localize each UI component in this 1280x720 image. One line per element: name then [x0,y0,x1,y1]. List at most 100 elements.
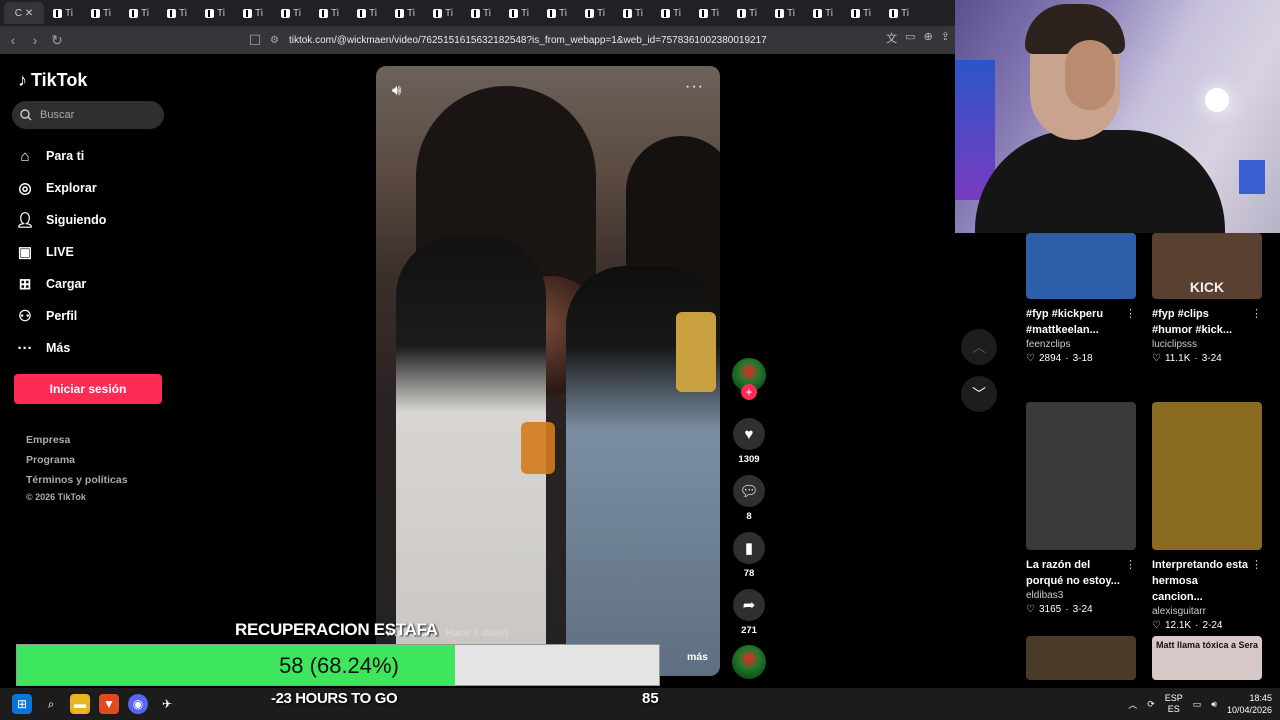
bookmark-icon[interactable]: ☐ [244,29,266,51]
sync-icon[interactable]: ⟳ [1147,699,1155,710]
browser-tab[interactable]: Ti [538,2,576,24]
sidebar-item-explorar[interactable]: ◎ Explorar [16,172,106,204]
video-thumbnail[interactable] [1152,402,1262,550]
sidebar-item-cargar[interactable]: ⊞ Cargar [16,268,106,300]
recommended-video[interactable] [1026,636,1138,680]
follow-plus-icon[interactable]: + [741,384,757,400]
card-menu-icon[interactable]: ⋮ [1251,307,1262,320]
tiktok-logo[interactable]: ♪ TikTok [18,70,87,91]
brave-browser-icon[interactable]: ▼ [99,694,119,714]
browser-tab[interactable]: Ti [348,2,386,24]
sidebar-item-siguiendo[interactable]: 👤︎ Siguiendo [15,204,106,236]
browser-tab[interactable]: Ti [766,2,804,24]
browser-tab[interactable]: Ti [120,2,158,24]
search-box[interactable] [12,101,164,129]
forward-icon[interactable]: › [24,29,46,51]
browser-tab[interactable]: Ti [804,2,842,24]
video-title[interactable]: #fyp #clips #humor #kick... [1152,306,1250,338]
tab-active[interactable]: C ✕ [4,2,44,24]
browser-tab[interactable]: Ti [652,2,690,24]
video-author[interactable]: feenzclips [1026,339,1138,350]
login-button[interactable]: Iniciar sesión [14,374,162,404]
browser-tab[interactable]: Ti [690,2,728,24]
browser-tab[interactable]: Ti [614,2,652,24]
start-icon[interactable]: ⊞ [12,694,32,714]
recommended-video[interactable]: La razón del porqué no estoy... ⋮ eldibas3… [1026,402,1138,615]
bookmark-icon[interactable]: ▮ [733,532,765,564]
next-video-button[interactable]: ﹀ [961,376,997,412]
recommended-video[interactable]: KICK #fyp #clips #humor #kick... ⋮ luciclip… [1152,233,1264,364]
recommended-video[interactable]: #fyp #kickperu #mattkeelan... ⋮ feenzclips… [1026,233,1138,364]
browser-tab[interactable]: Ti [158,2,196,24]
video-thumbnail[interactable] [1026,233,1136,299]
video-title[interactable]: #fyp #kickperu #mattkeelan... [1026,306,1124,338]
recommended-video[interactable]: Interpretando esta hermosa cancion... ⋮ al… [1152,402,1264,631]
video-title[interactable]: Interpretando esta hermosa cancion... [1152,557,1250,605]
video-thumbnail[interactable]: Matt llama tóxica a Sera [1152,636,1262,680]
share-action[interactable]: ➦ 271 [732,589,766,636]
video-thumbnail[interactable] [1026,402,1136,550]
browser-tab[interactable]: Ti [500,2,538,24]
site-info-icon[interactable]: ⚙ [270,35,279,46]
more-caption-link[interactable]: más [687,651,708,663]
volume-icon[interactable]: 🔊︎ [1211,699,1217,710]
chevron-up-icon[interactable]: ︿ [1128,698,1137,711]
sound-avatar[interactable] [732,645,766,679]
like-action[interactable]: ♥ 1309 [732,418,766,465]
video-title[interactable]: La razón del porqué no estoy... [1026,557,1124,589]
card-menu-icon[interactable]: ⋮ [1125,307,1136,320]
card-menu-icon[interactable]: ⋮ [1125,558,1136,571]
network-icon[interactable]: ▭ [1193,699,1202,710]
sidebar-item-para-ti[interactable]: ⌂ Para ti [16,140,106,172]
video-author[interactable]: luciclipsss [1152,339,1264,350]
footer-link[interactable]: Empresa [26,434,128,454]
more-options-icon[interactable]: ··· [685,78,704,96]
browser-tab[interactable]: Ti [44,2,82,24]
save-action[interactable]: ▮ 78 [732,532,766,579]
heart-icon[interactable]: ♥ [733,418,765,450]
zoom-icon[interactable]: ⊕ [924,30,933,46]
video-author[interactable]: alexisguitarr [1152,606,1264,617]
browser-tab[interactable]: Ti [386,2,424,24]
close-icon[interactable]: ✕ [25,8,33,19]
video-thumbnail[interactable]: KICK [1152,233,1262,299]
browser-tab[interactable]: Ti [842,2,880,24]
browser-tab[interactable]: Ti [424,2,462,24]
browser-tab[interactable]: Ti [728,2,766,24]
footer-link[interactable]: Términos y políticas [26,474,128,494]
sidebar-item-perfil[interactable]: ⚇ Perfil [16,300,106,332]
browser-tab[interactable]: Ti [272,2,310,24]
reload-icon[interactable]: ↻ [46,29,68,51]
browser-tab[interactable]: Ti [310,2,348,24]
sidebar-item-más[interactable]: ··· Más [16,332,106,364]
steam-icon[interactable]: ✈ [157,694,177,714]
share-icon[interactable]: ⇪ [941,30,950,46]
address-bar[interactable]: ⚙ tiktok.com/@wickmaen/video/76251516156… [270,29,830,51]
language-indicator[interactable]: ESP ES [1165,693,1183,715]
cast-icon[interactable]: ▭ [905,30,915,46]
recommended-video[interactable]: Matt llama tóxica a Sera [1152,636,1264,680]
comment-icon[interactable]: 💬︎ [733,475,765,507]
browser-tab[interactable]: Ti [880,2,918,24]
footer-link[interactable]: Programa [26,454,128,474]
volume-icon[interactable]: 🔊︎ [392,82,401,99]
clock[interactable]: 18:45 10/04/2026 [1227,692,1272,716]
discord-icon[interactable]: ◉ [128,694,148,714]
browser-tab[interactable]: Ti [234,2,272,24]
comment-action[interactable]: 💬︎ 8 [732,475,766,522]
card-menu-icon[interactable]: ⋮ [1251,558,1262,571]
previous-video-button[interactable]: ︿ [961,329,997,365]
search-icon[interactable]: ⌕ [41,694,61,714]
video-thumbnail[interactable] [1026,636,1136,680]
browser-tab[interactable]: Ti [576,2,614,24]
sidebar-item-live[interactable]: ▣ LIVE [16,236,106,268]
search-input[interactable] [40,109,150,121]
video-player[interactable]: 🔊︎ ··· wickmaen · Hace 5 día(s) más [376,66,720,676]
file-explorer-icon[interactable]: ▬ [70,694,90,714]
browser-tab[interactable]: Ti [462,2,500,24]
share-arrow-icon[interactable]: ➦ [733,589,765,621]
browser-tab[interactable]: Ti [196,2,234,24]
author-avatar[interactable]: + [732,358,766,400]
video-author[interactable]: eldibas3 [1026,590,1138,601]
back-icon[interactable]: ‹ [2,29,24,51]
